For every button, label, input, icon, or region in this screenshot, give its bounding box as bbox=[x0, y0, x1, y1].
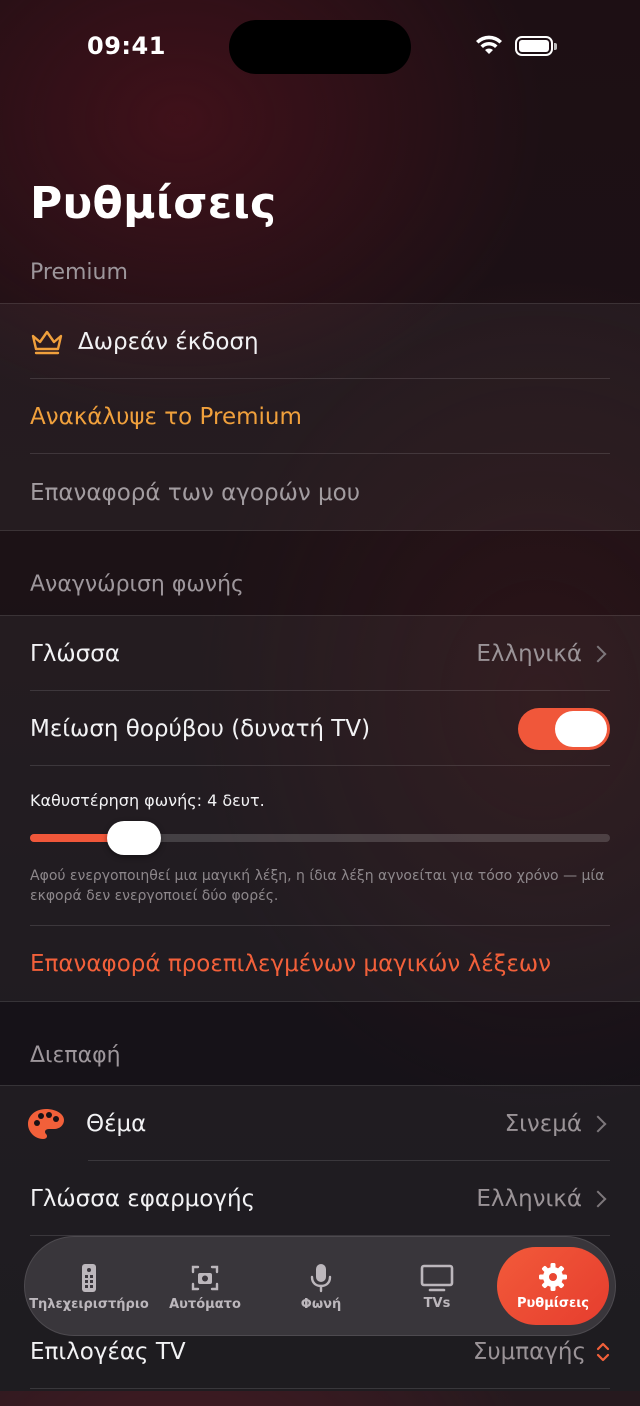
tab-bar: Τηλεχειριστήριο Αυτόματο Φωνή TVs Ρυθμίσ… bbox=[24, 1236, 616, 1336]
voice-group: Γλώσσα Ελληνικά Μείωση θορύβου (δυνατή T… bbox=[0, 615, 640, 1002]
chevron-right-icon bbox=[589, 1115, 607, 1132]
chevron-right-icon bbox=[589, 1190, 607, 1207]
tab-tvs[interactable]: TVs bbox=[385, 1237, 489, 1337]
chevron-right-icon bbox=[589, 645, 607, 662]
voice-delay-label: Καθυστέρηση φωνής: 4 δευτ. bbox=[30, 791, 265, 810]
section-header-voice: Αναγνώριση φωνής bbox=[30, 572, 244, 597]
section-header-interface: Διεπαφή bbox=[30, 1043, 121, 1068]
dynamic-island bbox=[229, 20, 411, 74]
wifi-icon bbox=[476, 35, 502, 54]
discover-premium-label: Ανακάλυψε το Premium bbox=[30, 403, 302, 430]
voice-language-value: Ελληνικά bbox=[476, 640, 582, 667]
section-header-premium: Premium bbox=[30, 260, 128, 285]
battery-icon bbox=[515, 36, 557, 56]
reset-magic-words-button[interactable]: Επαναφορά προεπιλεγμένων μαγικών λέξεων bbox=[30, 926, 610, 1001]
restore-purchases-label: Επαναφορά των αγορών μου bbox=[30, 479, 361, 506]
premium-group: Δωρεάν έκδοση Ανακάλυψε το Premium Επανα… bbox=[0, 303, 640, 531]
voice-delay-slider[interactable] bbox=[30, 821, 610, 855]
slider-thumb[interactable] bbox=[107, 821, 162, 855]
app-language-value: Ελληνικά bbox=[476, 1185, 582, 1212]
tab-remote[interactable]: Τηλεχειριστήριο bbox=[29, 1237, 149, 1337]
gear-icon bbox=[539, 1262, 567, 1291]
status-bar: 09:41 bbox=[0, 0, 640, 92]
free-version-row: Δωρεάν έκδοση bbox=[30, 304, 610, 379]
chevron-up-down-icon bbox=[596, 1342, 610, 1361]
remote-icon bbox=[82, 1263, 96, 1292]
tab-label: Αυτόματο bbox=[169, 1296, 241, 1312]
voice-language-label: Γλώσσα bbox=[30, 640, 121, 667]
restore-purchases-button[interactable]: Επαναφορά των αγορών μου bbox=[30, 455, 610, 530]
page-title: Ρυθμίσεις bbox=[30, 178, 277, 229]
discover-premium-button[interactable]: Ανακάλυψε το Premium bbox=[30, 379, 610, 454]
microphone-icon bbox=[310, 1263, 332, 1292]
tv-selector-value: Συμπαγής bbox=[472, 1338, 586, 1365]
theme-row[interactable]: Θέμα Σινεμά bbox=[28, 1086, 610, 1161]
status-time: 09:41 bbox=[87, 32, 166, 60]
tab-settings[interactable]: Ρυθμίσεις bbox=[497, 1247, 609, 1325]
tab-label: Φωνή bbox=[300, 1296, 342, 1312]
voice-delay-hint: Αφού ενεργοποιηθεί μια μαγική λέξη, η ίδ… bbox=[30, 868, 605, 904]
camera-scan-icon bbox=[191, 1265, 219, 1290]
voice-language-row[interactable]: Γλώσσα Ελληνικά bbox=[30, 616, 610, 691]
toggle-knob bbox=[555, 710, 607, 747]
noise-reduction-toggle[interactable] bbox=[518, 707, 610, 750]
tv-selector-label: Επιλογέας TV bbox=[30, 1338, 186, 1365]
tab-label: TVs bbox=[423, 1295, 451, 1311]
tab-voice[interactable]: Φωνή bbox=[269, 1237, 373, 1337]
theme-value: Σινεμά bbox=[504, 1110, 582, 1137]
crown-icon bbox=[31, 330, 63, 354]
tab-automatic[interactable]: Αυτόματο bbox=[151, 1237, 259, 1337]
app-language-row[interactable]: Γλώσσα εφαρμογής Ελληνικά bbox=[30, 1161, 610, 1236]
free-version-label: Δωρεάν έκδοση bbox=[78, 328, 259, 355]
app-language-label: Γλώσσα εφαρμογής bbox=[30, 1185, 256, 1212]
tv-icon bbox=[420, 1264, 454, 1291]
noise-reduction-label: Μείωση θορύβου (δυνατή TV) bbox=[30, 715, 371, 742]
reset-magic-words-label: Επαναφορά προεπιλεγμένων μαγικών λέξεων bbox=[30, 950, 552, 977]
theme-label: Θέμα bbox=[86, 1110, 147, 1137]
tab-label: Τηλεχειριστήριο bbox=[29, 1296, 149, 1312]
noise-reduction-row: Μείωση θορύβου (δυνατή TV) bbox=[30, 691, 610, 766]
palette-icon bbox=[28, 1108, 64, 1139]
tab-label: Ρυθμίσεις bbox=[516, 1295, 589, 1311]
